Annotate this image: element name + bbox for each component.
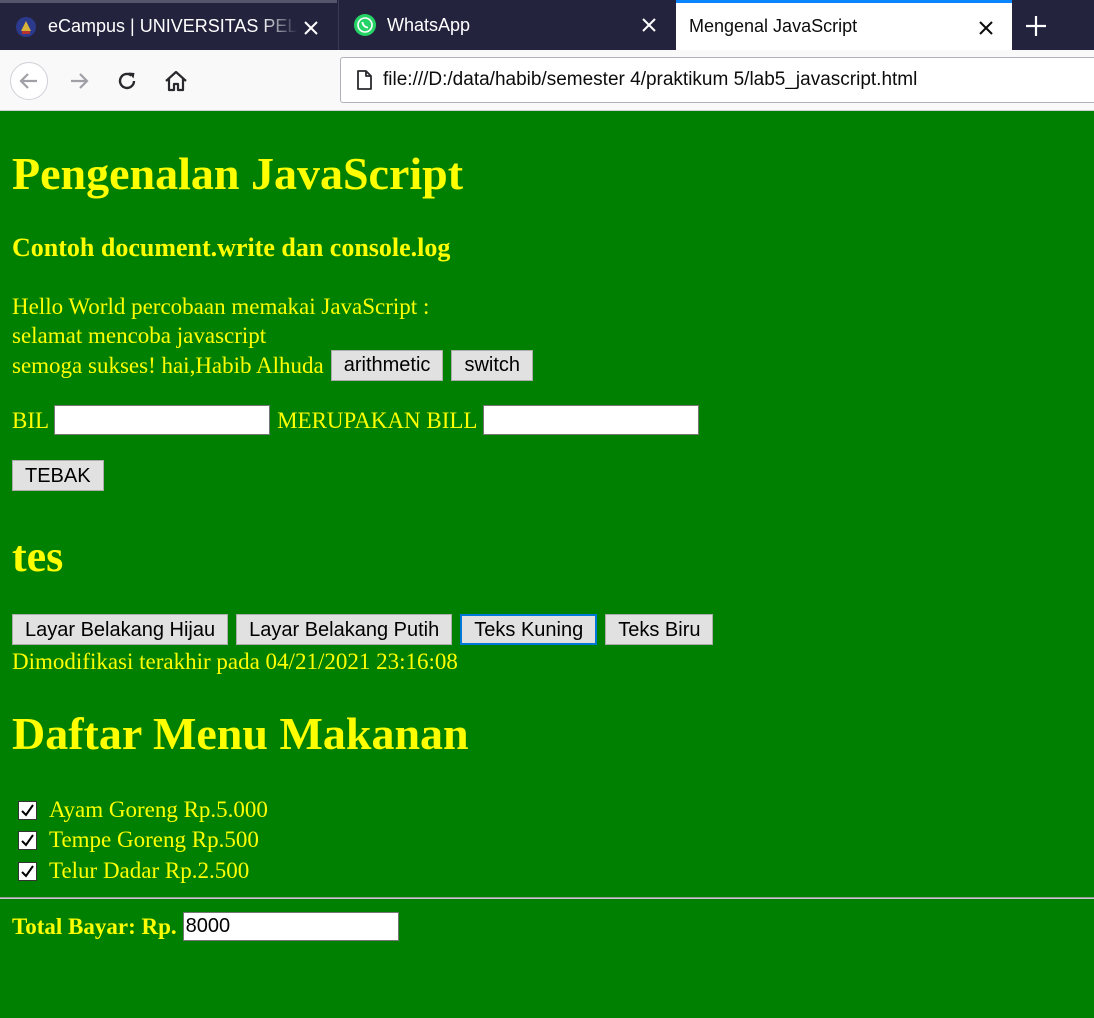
home-icon [165, 70, 187, 92]
text-yellow-button[interactable]: Teks Kuning [460, 614, 598, 645]
tab-title: WhatsApp [387, 14, 471, 35]
last-modified-text: Dimodifikasi terakhir pada 04/21/2021 23… [12, 649, 458, 674]
menu-item-label: Tempe Goreng Rp.500 [49, 827, 259, 852]
checkmark-icon [21, 803, 34, 817]
url-text: file:///D:/data/habib/semester 4/praktik… [383, 69, 918, 90]
menu-heading: Daftar Menu Makanan [12, 708, 469, 759]
bil-label: BIL [12, 407, 50, 433]
merupakan-label: MERUPAKAN BILL [277, 407, 478, 433]
page-icon [357, 70, 372, 90]
reload-button[interactable] [108, 62, 146, 100]
checkmark-icon [21, 833, 34, 847]
bil-row: BIL MERUPAKAN BILL [12, 404, 700, 436]
checkbox-checked[interactable] [18, 830, 37, 850]
arrow-left-icon [19, 73, 37, 89]
close-tab-icon[interactable] [974, 16, 998, 40]
arithmetic-button[interactable]: arithmetic [330, 349, 444, 381]
tab-title: eCampus | UNIVERSITAS PELITA [48, 16, 298, 36]
arrow-right-icon [71, 73, 89, 89]
total-row: Total Bayar: Rp. 8000 [12, 911, 399, 941]
menu-item[interactable]: Tempe Goreng Rp.500 [18, 825, 259, 855]
background-white-button[interactable]: Layar Belakang Putih [236, 614, 453, 645]
total-label: Total Bayar: Rp. [12, 913, 177, 939]
tab-whatsapp[interactable]: WhatsApp [338, 0, 675, 50]
close-tab-icon[interactable] [637, 13, 661, 37]
new-tab-icon[interactable] [1022, 12, 1050, 40]
color-buttons-row: Layar Belakang Hijau Layar Belakang Puti… [12, 614, 714, 645]
url-bar[interactable]: file:///D:/data/habib/semester 4/praktik… [340, 57, 1094, 103]
subheading: Contoh document.write dan console.log [12, 233, 451, 262]
switch-button[interactable]: switch [451, 349, 534, 381]
university-crest-icon [16, 16, 36, 37]
tebak-row: TEBAK [12, 460, 104, 491]
tab-ecampus[interactable]: eCampus | UNIVERSITAS PELITA [0, 0, 337, 50]
navigation-toolbar: file:///D:/data/habib/semester 4/praktik… [0, 50, 1094, 111]
bil-input[interactable] [54, 405, 271, 435]
forward-button[interactable] [60, 62, 98, 100]
reload-icon [118, 72, 136, 90]
checkbox-checked[interactable] [18, 800, 37, 820]
divider [0, 897, 1094, 899]
close-tab-icon[interactable] [299, 16, 323, 40]
tab-title: Mengenal JavaScript [689, 16, 858, 36]
menu-item-label: Ayam Goreng Rp.5.000 [49, 797, 268, 822]
tab-mengenal-javascript[interactable]: Mengenal JavaScript [676, 0, 1012, 50]
home-button[interactable] [157, 62, 195, 100]
text-line-2: selamat mencoba javascript [12, 323, 267, 348]
tebak-button[interactable]: TEBAK [12, 460, 104, 491]
menu-item-label: Telur Dadar Rp.2.500 [49, 858, 250, 883]
checkbox-checked[interactable] [18, 861, 37, 881]
whatsapp-icon [354, 14, 376, 36]
checkmark-icon [21, 864, 34, 878]
menu-item[interactable]: Telur Dadar Rp.2.500 [18, 856, 249, 886]
merupakan-input[interactable] [483, 405, 700, 435]
text-line-3-row: semoga sukses! hai,Habib Alhuda arithmet… [12, 349, 534, 381]
text-blue-button[interactable]: Teks Biru [605, 614, 714, 645]
back-button[interactable] [10, 62, 48, 100]
text-line-3: semoga sukses! hai,Habib Alhuda [12, 352, 324, 378]
browser-tab-bar: eCampus | UNIVERSITAS PELITA WhatsApp Me… [0, 0, 1094, 50]
total-input[interactable]: 8000 [182, 911, 399, 941]
heading-tes: tes [12, 532, 64, 581]
text-line-1: Hello World percobaan memakai JavaScript… [12, 294, 430, 319]
background-green-button[interactable]: Layar Belakang Hijau [12, 614, 229, 645]
menu-item[interactable]: Ayam Goreng Rp.5.000 [18, 795, 268, 825]
page-title: Pengenalan JavaScript [12, 148, 464, 199]
